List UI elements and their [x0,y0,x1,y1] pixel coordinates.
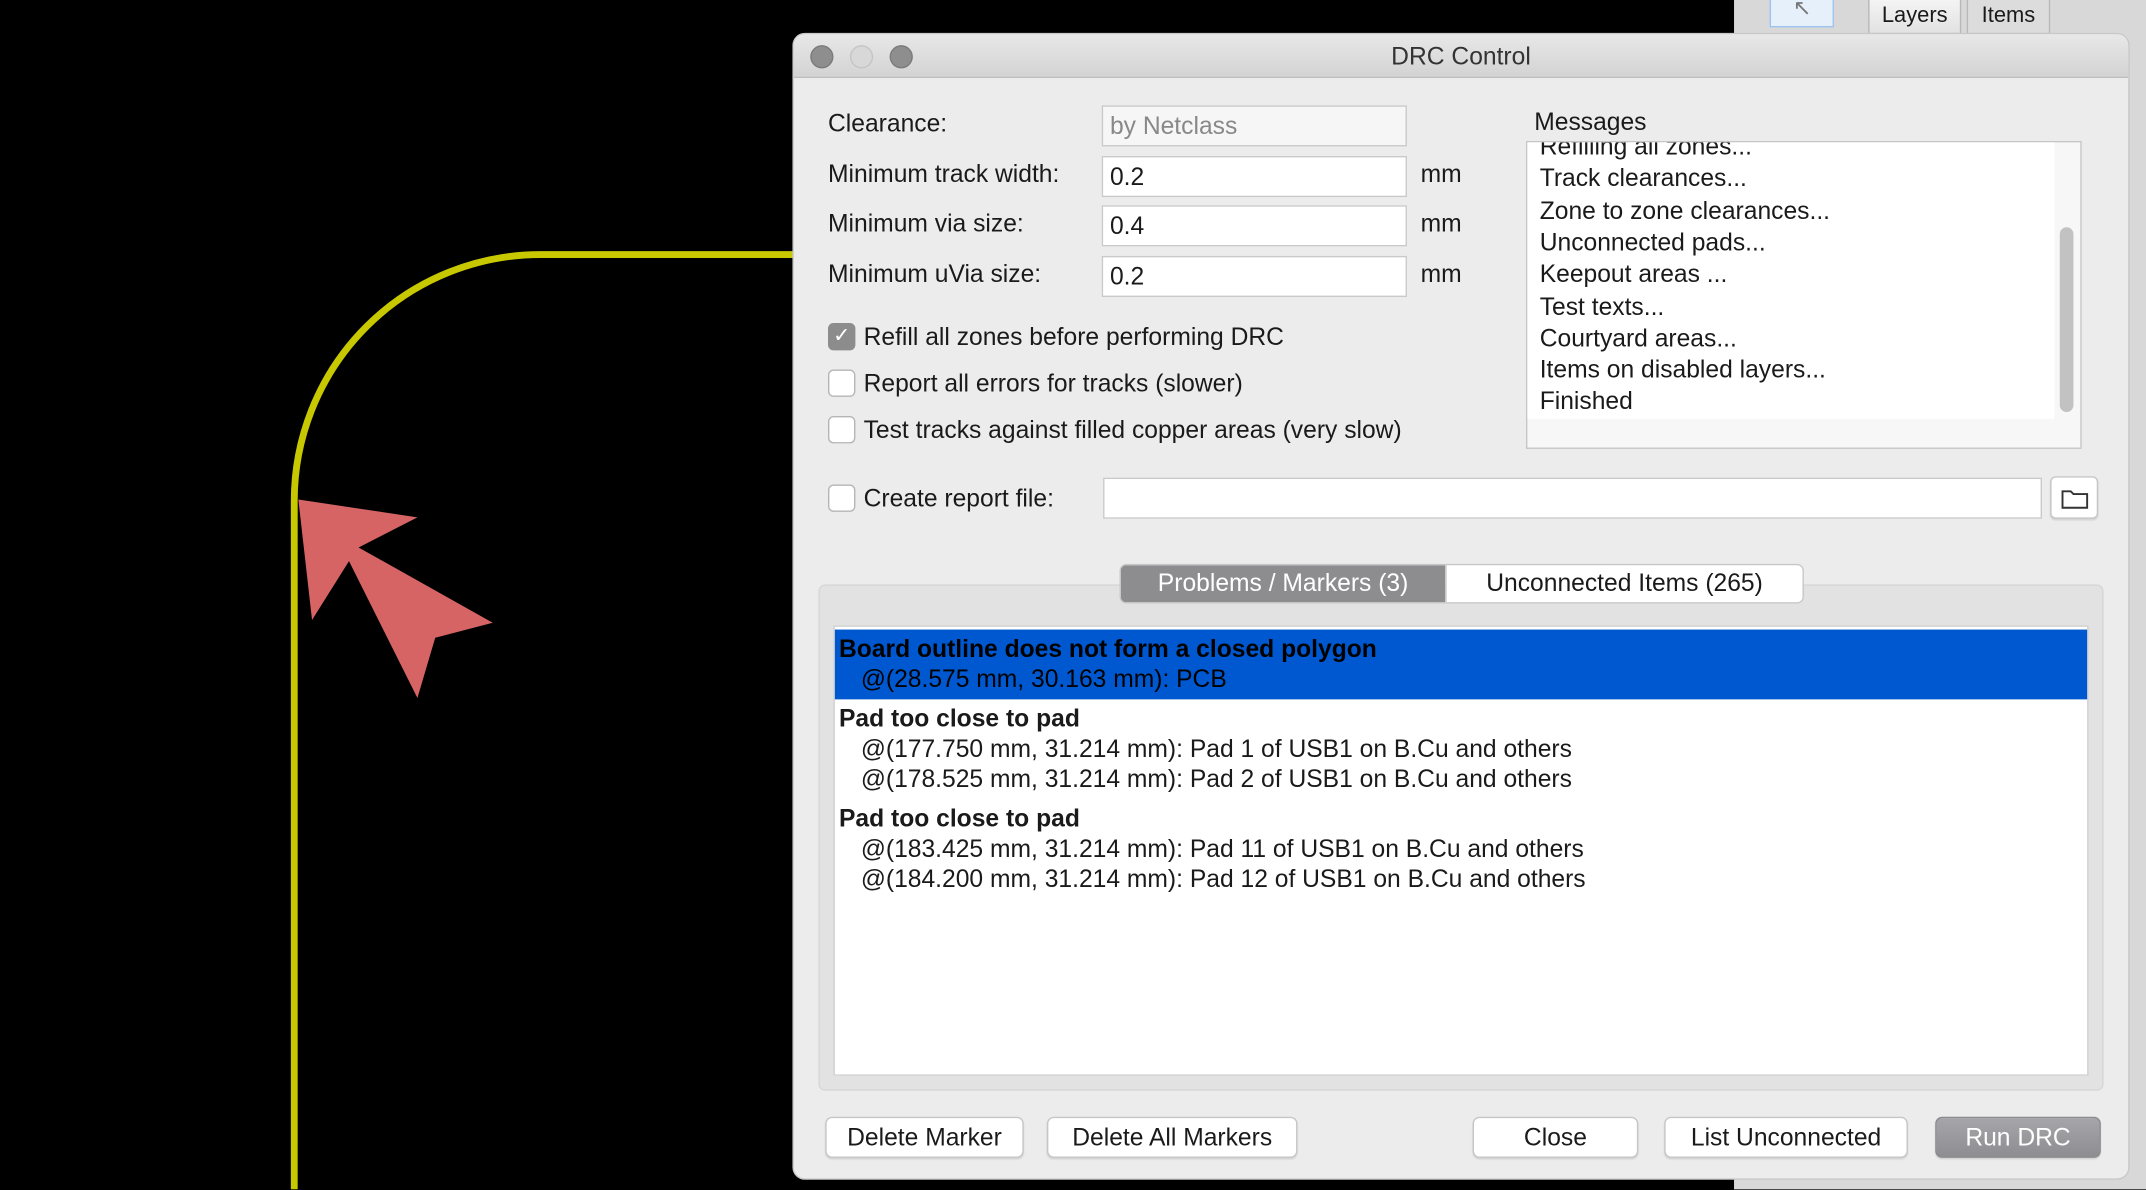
marker-title: Pad too close to pad [838,704,1080,733]
option-label: Refill all zones before performing DRC [863,322,1284,351]
close-window-button[interactable] [810,45,834,69]
option-label: Report all errors for tracks (slower) [863,369,1243,397]
create-report-label: Create report file: [863,484,1054,512]
field-label: Minimum track width: [828,160,1060,188]
report-file-input[interactable] [1103,477,2042,519]
field-input[interactable]: 0.2 [1101,255,1407,297]
field-label: Clearance: [828,109,948,137]
cursor-arrow-icon [298,499,493,698]
pointer-icon: ↖ [1792,0,1812,21]
option-checkbox[interactable] [828,369,856,397]
field-input[interactable]: by Netclass [1101,105,1407,147]
marker-title: Pad too close to pad [838,804,1080,833]
unit-label: mm [1420,160,1462,188]
unit-label: mm [1420,209,1462,237]
option-checkbox[interactable] [828,416,856,444]
message-line: Courtyard areas... [1539,324,1737,352]
messages-box: Refilling all zones... Track clearances..… [1526,140,2082,449]
message-line: Finished [1539,387,1633,416]
unit-label: mm [1420,260,1462,288]
marker-item[interactable]: Pad too close to pad @(183.425 mm, 31.214… [835,799,2087,899]
field-input[interactable]: 0.2 [1101,156,1407,198]
messages-label: Messages [1534,108,1647,136]
tab-bar: Problems / Markers (3) Unconnected Items… [1119,563,1804,604]
marker-detail: @(28.575 mm, 30.163 mm): PCB [860,665,1227,693]
message-line: Keepout areas ... [1539,260,1728,288]
tab-layers[interactable]: Layers [1868,0,1962,35]
option-checkbox[interactable]: ✓ [828,322,856,351]
select-tool-button[interactable]: ↖ [1769,0,1834,28]
browse-report-button[interactable] [2050,476,2099,519]
marker-item[interactable]: Pad too close to pad @(177.750 mm, 31.214… [835,699,2087,799]
drc-dialog: DRC Control Clearance: by Netclass Minim… [793,34,2129,1179]
tab-items[interactable]: Items [1966,0,2051,35]
window-title: DRC Control [1391,42,1531,70]
create-report-checkbox[interactable] [828,484,856,512]
title-bar: DRC Control [793,34,2129,79]
minimize-window-button[interactable] [849,45,874,69]
markers-list[interactable]: Board outline does not form a closed pol… [833,625,2089,1076]
field-input[interactable]: 0.4 [1101,205,1407,247]
marker-detail: @(184.200 mm, 31.214 mm): Pad 12 of USB1… [860,864,1586,893]
delete-marker-button[interactable]: Delete Marker [825,1116,1024,1158]
message-line: Refilling all zones... [1539,142,1752,161]
marker-detail: @(177.750 mm, 31.214 mm): Pad 1 of USB1 … [860,734,1572,763]
field-label: Minimum via size: [828,209,1024,237]
tab-problems-markers[interactable]: Problems / Markers (3) [1120,565,1446,603]
messages-scrollbar[interactable] [2059,227,2074,412]
message-line: Track clearances... [1539,164,1747,193]
marker-title: Board outline does not form a closed pol… [838,635,1377,663]
marker-detail: @(178.525 mm, 31.214 mm): Pad 2 of USB1 … [860,765,1572,793]
message-line: Test texts... [1539,292,1665,320]
field-label: Minimum uVia size: [828,260,1042,288]
folder-icon [2060,489,2088,509]
option-label: Test tracks against filled copper areas … [863,416,1402,444]
list-unconnected-button[interactable]: List Unconnected [1664,1116,1908,1158]
delete-all-markers-button[interactable]: Delete All Markers [1046,1116,1298,1158]
board-outline-track [290,251,822,1190]
run-drc-button[interactable]: Run DRC [1935,1116,2101,1158]
marker-item[interactable]: Board outline does not form a closed pol… [834,629,2088,700]
message-line: Unconnected pads... [1539,228,1766,256]
zoom-window-button[interactable] [889,45,913,69]
marker-detail: @(183.425 mm, 31.214 mm): Pad 11 of USB1… [860,834,1584,863]
message-line: Zone to zone clearances... [1539,196,1831,224]
message-line: Items on disabled layers... [1539,355,1826,384]
tab-unconnected-items[interactable]: Unconnected Items (265) [1445,565,1803,603]
close-button[interactable]: Close [1472,1116,1639,1158]
